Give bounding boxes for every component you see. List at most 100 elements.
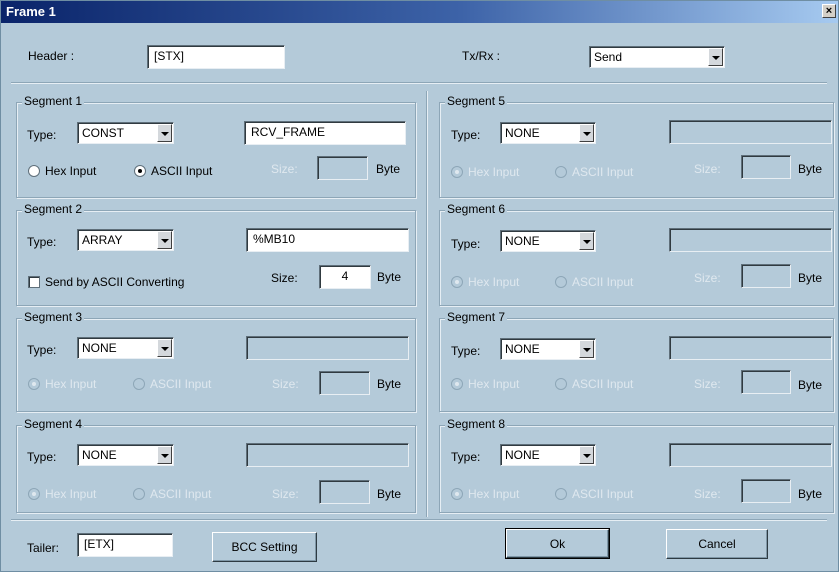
- close-icon: ×: [825, 5, 833, 17]
- column-separator: [426, 91, 428, 517]
- tailer-input[interactable]: [ETX]: [77, 533, 173, 557]
- segment-1-size-label: Size:: [271, 162, 298, 176]
- segment-7-type-label: Type:: [451, 344, 481, 358]
- chevron-down-icon[interactable]: [579, 232, 594, 250]
- chevron-down-icon[interactable]: [579, 340, 594, 358]
- chevron-down-icon[interactable]: [157, 231, 172, 249]
- segment-7-size-input: [741, 370, 791, 394]
- segment-2-send-ascii-label: Send by ASCII Converting: [45, 275, 185, 289]
- segment-5-ascii-radio: [555, 166, 567, 178]
- segment-6-type-label: Type:: [451, 237, 481, 251]
- segment-4-type-value: NONE: [82, 448, 117, 462]
- segment-5-size-label: Size:: [694, 162, 721, 176]
- chevron-down-icon[interactable]: [157, 124, 172, 142]
- segment-5-group: Segment 5: [439, 94, 834, 198]
- segment-6-ascii-label: ASCII Input: [572, 275, 634, 289]
- segment-3-title: Segment 3: [22, 310, 85, 324]
- segment-7-hex-radio: [451, 378, 463, 390]
- segment-6-type-select[interactable]: NONE: [500, 230, 596, 252]
- cancel-button[interactable]: Cancel: [666, 529, 768, 559]
- segment-1-ascii-label: ASCII Input: [151, 164, 213, 178]
- segment-1-ascii-radio[interactable]: [134, 165, 146, 177]
- segment-4-ascii-radio: [133, 488, 145, 500]
- segment-4-ascii-label: ASCII Input: [150, 487, 212, 501]
- segment-4-size-label: Size:: [272, 487, 299, 501]
- segment-8-size-label: Size:: [694, 487, 721, 501]
- segment-5-type-label: Type:: [451, 128, 481, 142]
- segment-1-group: Segment 1: [16, 94, 416, 198]
- segment-2-size-label: Size:: [271, 271, 298, 285]
- segment-2-title: Segment 2: [22, 202, 85, 216]
- chevron-down-icon[interactable]: [157, 446, 172, 464]
- segment-4-hex-label: Hex Input: [45, 487, 97, 501]
- segment-5-size-input: [741, 155, 791, 179]
- segment-7-ascii-label: ASCII Input: [572, 377, 634, 391]
- segment-6-size-label: Size:: [694, 271, 721, 285]
- segment-2-value-input[interactable]: %MB10: [246, 228, 409, 252]
- segment-1-type-select[interactable]: CONST: [77, 122, 174, 144]
- segment-3-ascii-label: ASCII Input: [150, 377, 212, 391]
- segment-4-hex-radio: [28, 488, 40, 500]
- segment-4-byte-label: Byte: [377, 487, 402, 501]
- segment-7-title: Segment 7: [445, 310, 508, 324]
- segment-3-size-input: [319, 371, 370, 395]
- segment-6-ascii-radio: [555, 276, 567, 288]
- segment-4-size-input: [319, 480, 370, 504]
- chevron-down-icon[interactable]: [708, 48, 723, 66]
- segment-6-title: Segment 6: [445, 202, 508, 216]
- segment-2-send-ascii-checkbox[interactable]: [28, 276, 40, 288]
- segment-2-size-input[interactable]: 4: [319, 265, 371, 289]
- ok-button[interactable]: Ok: [505, 528, 610, 559]
- segment-8-type-label: Type:: [451, 450, 481, 464]
- segment-6-value-input: [669, 228, 832, 252]
- segment-2-type-select[interactable]: ARRAY: [77, 229, 174, 251]
- segment-1-hex-label: Hex Input: [45, 164, 97, 178]
- segment-5-type-select[interactable]: NONE: [500, 122, 596, 144]
- frame-dialog: Frame 1 × Header : [STX] Tx/Rx : Send Se…: [0, 0, 839, 572]
- segment-7-ascii-radio: [555, 378, 567, 390]
- segment-1-size-input: [317, 156, 368, 180]
- segment-3-type-label: Type:: [27, 343, 57, 357]
- segment-7-type-select[interactable]: NONE: [500, 338, 596, 360]
- segment-8-value-input: [669, 443, 832, 467]
- segment-7-byte-label: Byte: [798, 378, 823, 392]
- txrx-select[interactable]: Send: [589, 46, 725, 68]
- segment-3-type-select[interactable]: NONE: [77, 337, 174, 359]
- segment-6-size-input: [741, 264, 791, 288]
- segment-5-hex-label: Hex Input: [468, 165, 520, 179]
- segment-5-hex-radio: [451, 166, 463, 178]
- close-button[interactable]: ×: [822, 4, 836, 18]
- chevron-down-icon[interactable]: [157, 339, 172, 357]
- segment-1-value-input[interactable]: RCV_FRAME: [244, 121, 406, 145]
- chevron-down-icon[interactable]: [579, 124, 594, 142]
- segment-7-hex-label: Hex Input: [468, 377, 520, 391]
- segment-8-byte-label: Byte: [798, 487, 823, 501]
- txrx-label: Tx/Rx :: [462, 49, 500, 63]
- footer-separator: [11, 519, 827, 521]
- segment-4-type-select[interactable]: NONE: [77, 444, 174, 466]
- segment-2-group: Segment 2: [16, 202, 416, 306]
- segment-7-type-value: NONE: [505, 342, 540, 356]
- tailer-label: Tailer:: [27, 541, 60, 555]
- segment-3-hex-label: Hex Input: [45, 377, 97, 391]
- segment-5-ascii-label: ASCII Input: [572, 165, 634, 179]
- segment-7-value-input: [669, 336, 832, 360]
- segment-8-ascii-label: ASCII Input: [572, 487, 634, 501]
- bcc-setting-button[interactable]: BCC Setting: [212, 532, 317, 562]
- segment-1-hex-radio[interactable]: [28, 165, 40, 177]
- segment-5-value-input: [669, 120, 832, 144]
- segment-3-group: Segment 3: [16, 310, 416, 412]
- chevron-down-icon[interactable]: [579, 446, 594, 464]
- header-input[interactable]: [STX]: [147, 45, 285, 69]
- segment-4-title: Segment 4: [22, 417, 85, 431]
- title-bar[interactable]: Frame 1 ×: [1, 1, 838, 23]
- window-title: Frame 1: [6, 4, 56, 19]
- segment-1-type-value: CONST: [82, 126, 124, 140]
- segment-4-value-input: [246, 443, 409, 467]
- segment-7-group: Segment 7: [439, 310, 834, 412]
- segment-8-type-select[interactable]: NONE: [500, 444, 596, 466]
- segment-8-hex-label: Hex Input: [468, 487, 520, 501]
- segment-3-hex-radio: [28, 378, 40, 390]
- segment-8-hex-radio: [451, 488, 463, 500]
- segment-2-type-value: ARRAY: [82, 233, 123, 247]
